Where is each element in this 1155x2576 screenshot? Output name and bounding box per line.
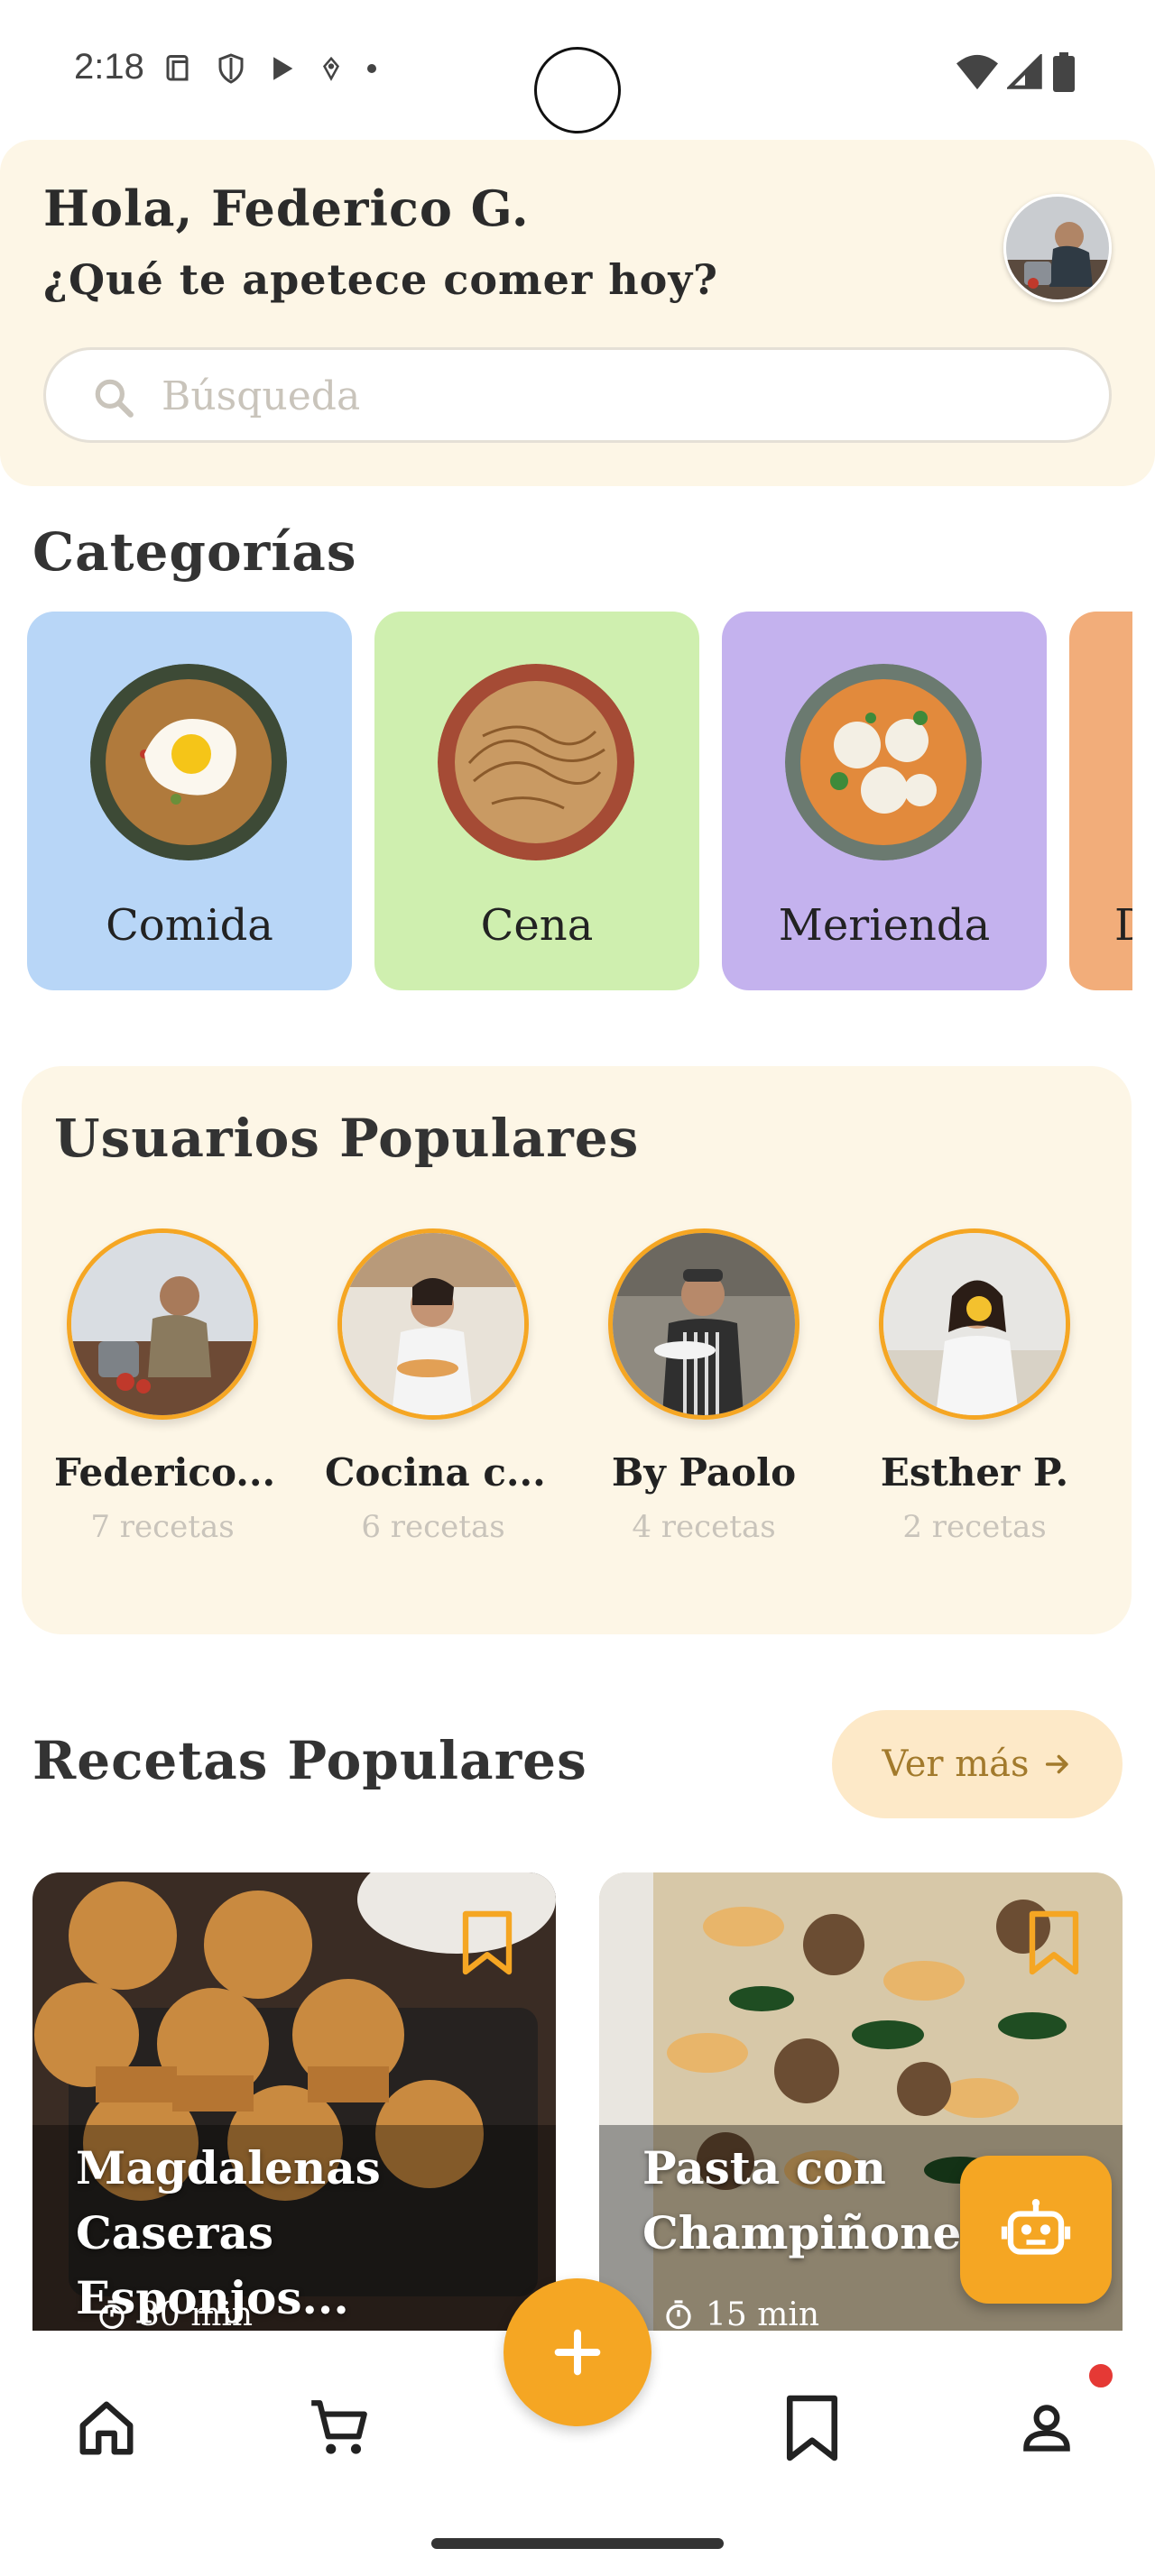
categories-title: Categorías [32,521,357,583]
recipe-time: 30 min [139,2296,254,2333]
category-label: Merienda [778,900,991,951]
user-card[interactable]: Federico... 7 recetas [54,1228,276,1545]
user-recipe-count: 7 recetas [90,1509,235,1545]
category-label: Cena [480,900,594,951]
category-card-merienda[interactable]: Merienda [722,612,1047,990]
recipe-card[interactable]: Magdalenas Caseras Esponjos... 30 min [32,1872,556,2341]
nav-cart[interactable] [296,2385,383,2471]
assistant-button[interactable] [960,2156,1112,2304]
sim-card-icon [166,55,189,81]
user-recipe-count: 2 recetas [902,1509,1047,1545]
category-card-comida[interactable]: Comida [27,612,352,990]
nav-saved[interactable] [769,2385,855,2471]
status-bar: 2:18 [0,0,1155,135]
bookmark-icon[interactable] [1025,1909,1083,1977]
user-avatar[interactable] [1003,194,1112,302]
play-store-icon [273,57,293,80]
greeting: Hola, Federico G. [43,179,530,237]
user-name: Esther P. [880,1450,1069,1495]
status-time: 2:18 [74,47,144,87]
battery-icon [1053,52,1075,92]
timer-icon [666,2299,691,2329]
popular-users-title: Usuarios Populares [54,1108,640,1169]
recipe-time: 15 min [706,2296,820,2333]
see-more-button[interactable]: Ver más [832,1710,1123,1818]
user-avatar [608,1228,799,1420]
gesture-bar [431,2538,724,2549]
home-icon [79,2401,134,2455]
user-card[interactable]: By Paolo 4 recetas [596,1228,812,1545]
wifi-icon [956,54,998,90]
category-label: Comida [106,900,273,951]
robot-icon [1001,2199,1071,2255]
search-icon [95,379,134,418]
popular-recipes-title: Recetas Populares [32,1730,587,1791]
nav-home[interactable] [63,2385,150,2471]
categories-list[interactable]: Comida Cena Merienda D [27,612,1132,990]
search-input[interactable] [162,366,1064,426]
user-name: By Paolo [611,1450,797,1495]
notification-badge [1086,2361,1115,2390]
spaghetti-image [438,664,634,860]
user-recipe-count: 6 recetas [361,1509,505,1545]
category-card-cena[interactable]: Cena [374,612,699,990]
dumpling-soup-image [785,664,982,860]
bookmark-icon [786,2395,838,2461]
dot-icon [367,64,376,73]
user-recipe-count: 4 recetas [632,1509,776,1545]
profile-icon [1023,2405,1070,2452]
location-icon [322,56,340,81]
search-bar[interactable] [43,347,1112,443]
add-recipe-button[interactable] [504,2278,651,2426]
user-name: Cocina c... [325,1450,546,1495]
add-icon [554,2329,601,2376]
user-card[interactable]: Cocina c... 6 recetas [325,1228,546,1545]
user-avatar [879,1228,1070,1420]
signal-icon [1007,54,1042,89]
category-label: D [1114,900,1132,951]
fried-egg-rice-image [90,664,287,860]
popular-users-section: Usuarios Populares Federico... 7 recetas… [22,1066,1132,1634]
user-avatar [67,1228,258,1420]
shield-icon [218,53,244,84]
camera-cutout [534,47,621,133]
user-name: Federico... [54,1450,276,1495]
see-more-label: Ver más [882,1743,1030,1785]
user-card[interactable]: Esther P. 2 recetas [866,1228,1083,1545]
greeting-subtitle: ¿Qué te apetece comer hoy? [43,255,719,304]
nav-profile[interactable] [1003,2385,1090,2471]
category-card-partial[interactable]: D [1069,612,1132,990]
arrow-right-icon [1045,1754,1068,1774]
header-card: Hola, Federico G. ¿Qué te apetece comer … [0,140,1155,486]
timer-icon [99,2299,125,2329]
bookmark-icon[interactable] [458,1909,516,1977]
user-avatar [337,1228,529,1420]
cart-icon [311,2400,367,2454]
